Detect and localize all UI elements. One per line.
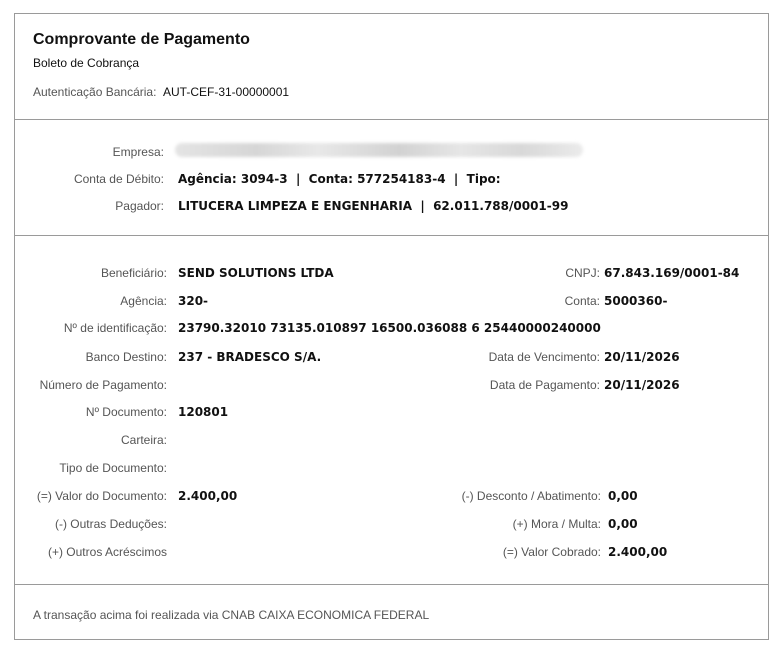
valor-cobrado-value: 2.400,00 [608, 545, 668, 559]
page-subtitle: Boleto de Cobrança [33, 56, 140, 70]
agencia-value: 320- [178, 294, 209, 308]
carteira-label: Carteira: [120, 433, 167, 447]
divider [15, 119, 768, 120]
desconto-label: (-) Desconto / Abatimento: [461, 489, 601, 503]
vencimento-label: Data de Vencimento: [488, 350, 600, 364]
data-pagamento-value: 20/11/2026 [604, 378, 680, 392]
documento-label: Nº Documento: [85, 405, 167, 419]
documento-value: 120801 [178, 405, 229, 419]
outros-acrescimos-label: (+) Outros Acréscimos [47, 545, 167, 559]
desconto-value: 0,00 [608, 489, 638, 503]
vencimento-value: 20/11/2026 [604, 350, 680, 364]
beneficiario-value: SEND SOLUTIONS LTDA [178, 266, 334, 280]
pagador-value: LITUCERA LIMPEZA E ENGENHARIA | 62.011.7… [178, 199, 569, 213]
redacted-empresa [175, 143, 583, 157]
footer-text: A transação acima foi realizada via CNAB… [33, 608, 430, 622]
conta-debito-value: Agência: 3094-3 | Conta: 577254183-4 | T… [178, 172, 501, 186]
conta-debito-label: Conta de Débito: [73, 172, 164, 186]
banco-destino-label: Banco Destino: [85, 350, 167, 364]
conta-value: 5000360- [604, 294, 668, 308]
pagador-label: Pagador: [115, 199, 164, 213]
agencia-label: Agência: [120, 294, 167, 308]
outras-deducoes-label: (-) Outras Deduções: [54, 517, 167, 531]
valor-documento-value: 2.400,00 [178, 489, 238, 503]
numero-pagamento-label: Número de Pagamento: [39, 378, 167, 392]
banco-destino-value: 237 - BRADESCO S/A. [178, 350, 322, 364]
receipt-frame: Comprovante de Pagamento Boleto de Cobra… [14, 13, 769, 640]
valor-documento-label: (=) Valor do Documento: [36, 489, 167, 503]
auth-label: Autenticação Bancária: [33, 85, 157, 99]
identificacao-label: Nº de identificação: [63, 321, 167, 335]
cnpj-value: 67.843.169/0001-84 [604, 266, 740, 280]
data-pagamento-label: Data de Pagamento: [489, 378, 600, 392]
mora-multa-label: (+) Mora / Multa: [512, 517, 601, 531]
conta-label: Conta: [564, 294, 600, 308]
tipo-documento-label: Tipo de Documento: [59, 461, 167, 475]
beneficiario-label: Beneficiário: [100, 266, 167, 280]
divider [15, 584, 768, 585]
valor-cobrado-label: (=) Valor Cobrado: [502, 545, 601, 559]
auth-value: AUT-CEF-31-00000001 [163, 85, 290, 99]
cnpj-label: CNPJ: [565, 266, 600, 280]
empresa-label: Empresa: [112, 145, 164, 159]
divider [15, 235, 768, 236]
identificacao-value: 23790.32010 73135.010897 16500.036088 6 … [178, 321, 601, 335]
page-title: Comprovante de Pagamento [33, 31, 250, 48]
mora-multa-value: 0,00 [608, 517, 638, 531]
